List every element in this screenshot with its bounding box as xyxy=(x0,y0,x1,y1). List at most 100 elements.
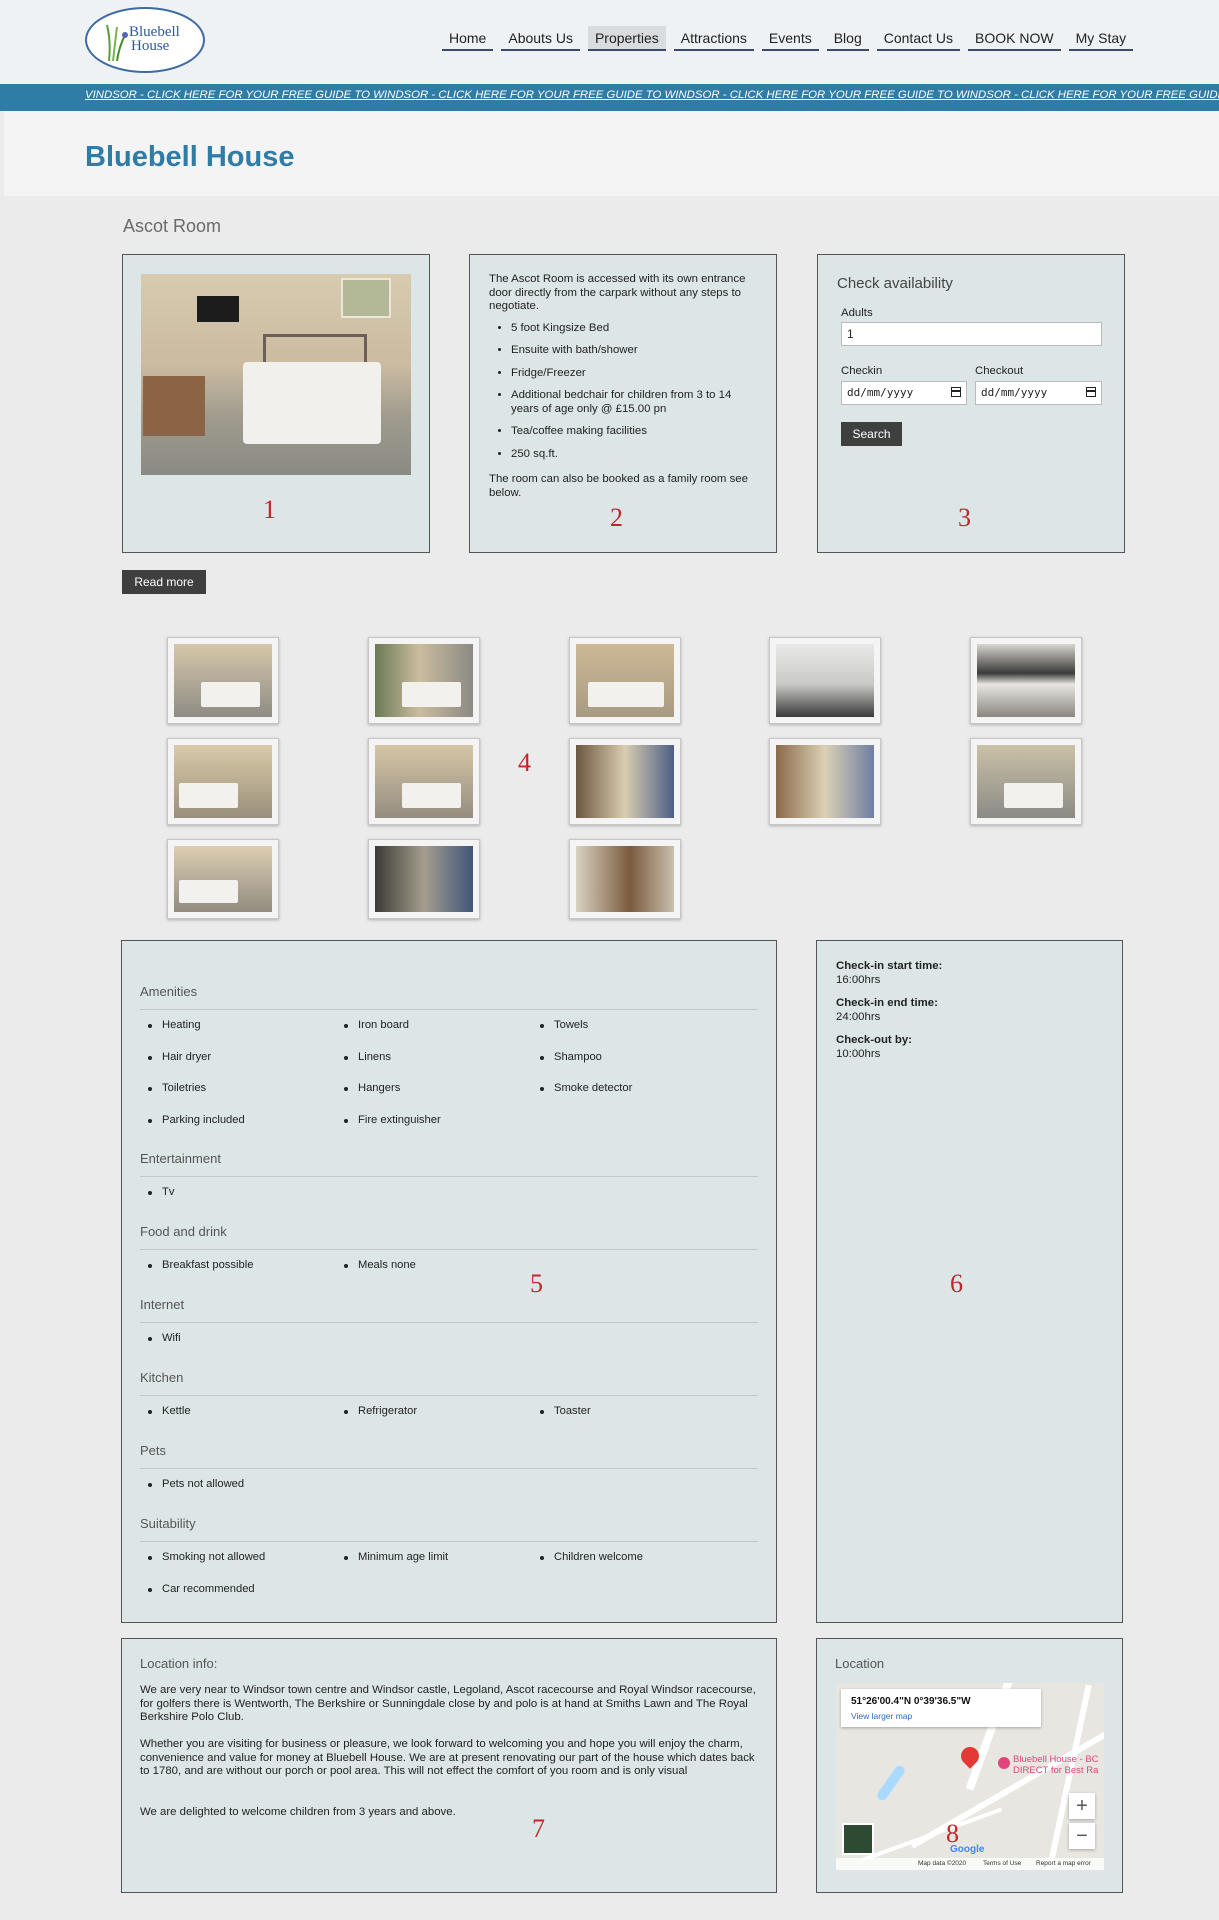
amenity-item: Wifi xyxy=(140,1332,181,1344)
feature-item: 5 foot Kingsize Bed xyxy=(511,322,759,336)
location-paragraph: We are delighted to welcome children fro… xyxy=(140,1806,456,1818)
amenity-item: Tv xyxy=(140,1186,174,1198)
amenity-item: Shampoo xyxy=(532,1051,602,1063)
amenity-item: Smoking not allowed xyxy=(140,1551,265,1563)
calendar-icon[interactable] xyxy=(951,387,961,397)
amenity-item: Toiletries xyxy=(140,1082,206,1094)
satellite-toggle[interactable] xyxy=(842,1823,874,1855)
amenity-item: Linens xyxy=(336,1051,391,1063)
room-description: The Ascot Room is accessed with its own … xyxy=(489,273,759,500)
amenity-item: Kettle xyxy=(140,1405,191,1417)
gallery-thumbnail[interactable] xyxy=(167,839,279,919)
nav-book-now[interactable]: BOOK NOW xyxy=(968,26,1061,51)
place-marker-icon[interactable] xyxy=(998,1757,1010,1769)
read-more-button[interactable]: Read more xyxy=(122,570,206,594)
suitability-heading: Suitability xyxy=(140,1516,196,1531)
feature-item: Ensuite with bath/shower xyxy=(511,344,759,358)
calendar-icon[interactable] xyxy=(1086,387,1096,397)
google-map[interactable]: 51°26'00.4"N 0°39'36.5"W View larger map… xyxy=(836,1683,1104,1870)
amenity-item: Heating xyxy=(140,1019,201,1031)
gallery-thumbnail[interactable] xyxy=(368,738,480,825)
section-number: 2 xyxy=(610,503,623,532)
amenities-heading: Amenities xyxy=(140,984,198,999)
section-number: 6 xyxy=(950,1269,963,1298)
main-nav: Home Abouts Us Properties Attractions Ev… xyxy=(442,26,1141,51)
amenity-item: Car recommended xyxy=(140,1583,255,1595)
food-drink-heading: Food and drink xyxy=(140,1224,227,1239)
gallery-thumbnail[interactable] xyxy=(970,738,1082,825)
nav-attractions[interactable]: Attractions xyxy=(673,26,754,51)
amenity-item: Parking included xyxy=(140,1114,245,1126)
amenity-item: Minimum age limit xyxy=(336,1551,448,1563)
checkout-label: Checkout xyxy=(975,365,1024,377)
title-bar: Bluebell House xyxy=(4,111,1219,196)
zoom-out-button[interactable]: − xyxy=(1069,1823,1095,1849)
location-paragraph: We are very near to Windsor town centre … xyxy=(140,1684,756,1723)
adults-input[interactable]: 1 xyxy=(841,322,1102,346)
feature-item: Tea/coffee making facilities xyxy=(511,425,759,439)
amenity-item: Hangers xyxy=(336,1082,400,1094)
location-info-panel: Location info: We are very near to Winds… xyxy=(121,1638,777,1893)
gallery-thumbnail[interactable] xyxy=(368,839,480,919)
room-photo-panel: 1 xyxy=(122,254,430,553)
availability-heading: Check availability xyxy=(837,275,953,292)
guide-link[interactable]: VINDSOR - CLICK HERE FOR YOUR FREE GUIDE… xyxy=(85,89,1219,101)
amenities-panel: Amenities Heating Iron board Towels Hair… xyxy=(121,940,777,1623)
adults-label: Adults xyxy=(841,307,873,319)
zoom-in-button[interactable]: + xyxy=(1069,1793,1095,1819)
nav-home[interactable]: Home xyxy=(442,26,494,51)
view-larger-map-link[interactable]: View larger map xyxy=(851,1711,912,1721)
amenity-item: Refrigerator xyxy=(336,1405,417,1417)
place-label[interactable]: Bluebell House - BC DIRECT for Best Ra xyxy=(1013,1754,1099,1776)
checkin-start-label: Check-in start time: xyxy=(836,960,943,972)
internet-heading: Internet xyxy=(140,1297,185,1312)
report-link[interactable]: Report a map error xyxy=(1036,1860,1091,1867)
search-button[interactable]: Search xyxy=(841,422,902,446)
amenity-item: Hair dryer xyxy=(140,1051,211,1063)
nav-about-us[interactable]: Abouts Us xyxy=(501,26,580,51)
availability-panel: Check availability Adults 1 Checkin dd/m… xyxy=(817,254,1125,553)
terms-link[interactable]: Terms of Use xyxy=(983,1860,1021,1867)
room-description-panel: The Ascot Room is accessed with its own … xyxy=(469,254,777,553)
room-title: Ascot Room xyxy=(123,216,222,236)
site-header: Bluebell House Home Abouts Us Properties… xyxy=(0,0,1219,84)
bluebell-logo-icon xyxy=(106,24,128,61)
checkin-label: Checkin xyxy=(841,365,883,377)
map-info-card: 51°26'00.4"N 0°39'36.5"W View larger map xyxy=(841,1689,1041,1727)
gallery-thumbnail[interactable] xyxy=(569,738,681,825)
section-number: 8 xyxy=(946,1819,959,1848)
checkout-label: Check-out by: xyxy=(836,1034,912,1046)
nav-contact-us[interactable]: Contact Us xyxy=(876,26,960,51)
gallery-thumbnail[interactable] xyxy=(167,738,279,825)
amenity-item: Towels xyxy=(532,1019,588,1031)
gallery-thumbnail[interactable] xyxy=(368,637,480,724)
logo[interactable]: Bluebell House xyxy=(85,7,205,73)
section-number: 3 xyxy=(958,503,971,532)
logo-text: Bluebell House xyxy=(129,24,180,54)
room-photo[interactable] xyxy=(141,274,411,475)
gallery-thumbnail[interactable] xyxy=(970,637,1082,724)
map-footer: Map data ©2020 Terms of Use Report a map… xyxy=(836,1858,1104,1870)
checkin-end-value: 24:00hrs xyxy=(836,1011,881,1023)
map-coordinates: 51°26'00.4"N 0°39'36.5"W xyxy=(851,1696,971,1707)
gallery-thumbnail[interactable] xyxy=(769,738,881,825)
gallery-thumbnail[interactable] xyxy=(569,637,681,724)
checkout-date-input[interactable]: dd/mm/yyyy xyxy=(975,381,1102,405)
page-title: Bluebell House xyxy=(85,141,295,173)
nav-events[interactable]: Events xyxy=(761,26,819,51)
gallery-thumbnail[interactable] xyxy=(569,839,681,919)
amenity-item: Pets not allowed xyxy=(140,1478,244,1490)
amenity-item: Smoke detector xyxy=(532,1082,632,1094)
feature-item: 250 sq.ft. xyxy=(511,448,759,462)
nav-blog[interactable]: Blog xyxy=(826,26,869,51)
nav-properties[interactable]: Properties xyxy=(587,26,666,51)
entertainment-heading: Entertainment xyxy=(140,1151,221,1166)
gallery-thumbnail[interactable] xyxy=(167,637,279,724)
checkin-end-label: Check-in end time: xyxy=(836,997,938,1009)
gallery-thumbnail[interactable] xyxy=(769,637,881,724)
nav-my-stay[interactable]: My Stay xyxy=(1068,26,1134,51)
section-number: 1 xyxy=(263,495,276,524)
location-info-heading: Location info: xyxy=(140,1656,218,1671)
feature-item: Fridge/Freezer xyxy=(511,367,759,381)
checkin-date-input[interactable]: dd/mm/yyyy xyxy=(841,381,967,405)
